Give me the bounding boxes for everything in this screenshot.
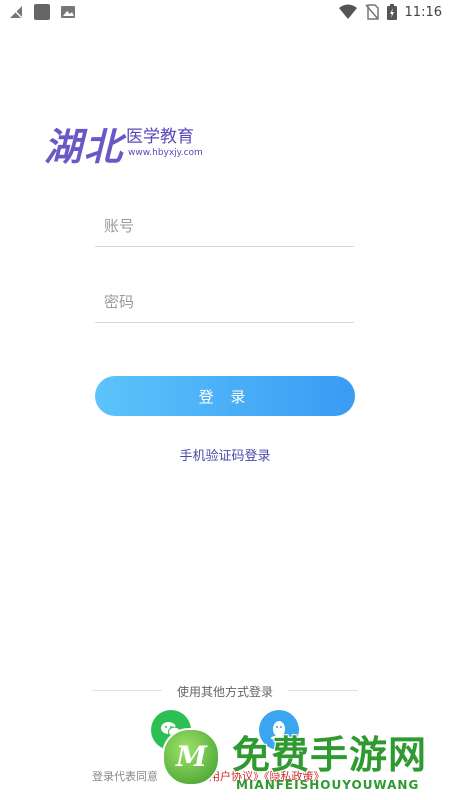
no-sim-icon [364, 4, 379, 20]
terms-prefix: 登录代表同意 [92, 770, 158, 783]
login-button[interactable]: 登 录 [95, 376, 355, 416]
logo-title: 医学教育 [126, 127, 194, 147]
other-login-label: 使用其他方式登录 [176, 685, 273, 699]
watermark-logo: M [162, 728, 220, 786]
account-input[interactable] [95, 206, 354, 246]
battery-charging-icon [386, 4, 397, 20]
divider-right [288, 690, 358, 691]
signal-off-icon [8, 4, 24, 20]
watermark: M 免费手游网 MIANFEISHOUYOUWANG [150, 712, 450, 800]
status-bar: 11:16 [0, 0, 450, 26]
status-time: 11:16 [404, 4, 442, 20]
account-field [95, 206, 354, 247]
image-icon [61, 6, 75, 18]
app-logo: 湖北 医学教育 www.hbyxjy.com [44, 116, 224, 169]
watermark-logo-letter: M [176, 740, 207, 773]
app-square-icon [34, 4, 50, 20]
password-field [95, 282, 354, 323]
wifi-icon [338, 4, 357, 19]
watermark-cn: 免费手游网 [232, 733, 428, 777]
password-input[interactable] [95, 282, 354, 322]
logo-url: www.hbyxjy.com [128, 148, 203, 158]
watermark-en: MIANFEISHOUYOUWANG [236, 778, 420, 792]
other-login-divider: 使用其他方式登录 [92, 683, 358, 699]
sms-login-link[interactable]: 手机验证码登录 [0, 445, 450, 464]
logo-script: 湖北 [44, 124, 125, 169]
